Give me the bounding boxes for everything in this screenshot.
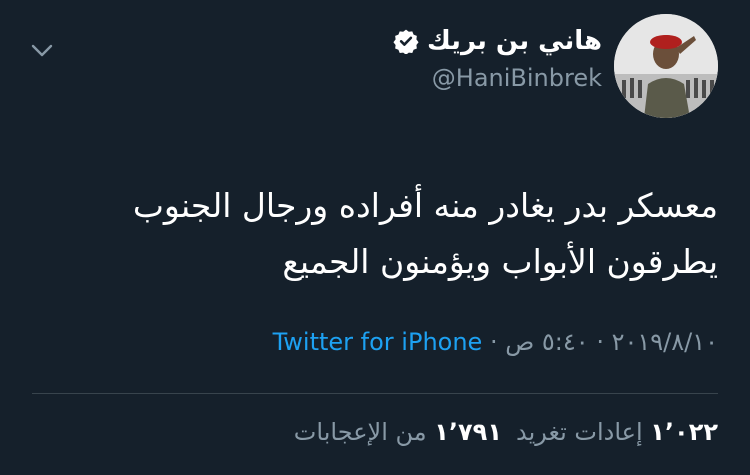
- likes-count: ١٬٧٩١: [434, 418, 502, 446]
- tweet-date[interactable]: ٢٠١٩/٨/١٠: [612, 328, 718, 356]
- display-name: هاني بن بريك: [426, 26, 602, 56]
- retweets-count: ١٬٠٢٢: [650, 418, 718, 446]
- tweet-meta: Twitter for iPhone · ٢٠١٩/٨/١٠ · ٥:٤٠ ص: [273, 328, 718, 356]
- tweet-line: معسكر بدر يغادر منه أفراده ورجال الجنوب: [132, 186, 718, 225]
- user-name-row[interactable]: هاني بن بريك: [393, 26, 602, 56]
- source-link[interactable]: Twitter for iPhone: [273, 328, 483, 356]
- avatar[interactable]: [614, 14, 718, 118]
- tweet-text: معسكر بدر يغادر منه أفراده ورجال الجنوب …: [58, 178, 718, 290]
- tweet-time[interactable]: ٥:٤٠ ص: [505, 328, 588, 356]
- user-handle[interactable]: @HaniBinbrek: [432, 64, 602, 92]
- verified-badge-icon: [393, 29, 419, 54]
- likes-stat[interactable]: ١٬٧٩١ من الإعجابات: [294, 418, 502, 446]
- tweet-line: يطرقون الأبواب ويؤمنون الجميع: [282, 242, 718, 281]
- retweets-stat[interactable]: ١٬٠٢٢ إعادات تغريد: [516, 418, 718, 446]
- divider: [32, 393, 718, 394]
- likes-label: من الإعجابات: [293, 418, 427, 446]
- meta-separator: ·: [596, 328, 604, 356]
- retweets-label: إعادات تغريد: [515, 418, 643, 446]
- tweet-stats: ١٬٠٢٢ إعادات تغريد ١٬٧٩١ من الإعجابات: [294, 418, 718, 446]
- avatar-image: [614, 14, 718, 118]
- chevron-down-icon[interactable]: [28, 36, 56, 64]
- meta-separator: ·: [489, 328, 498, 356]
